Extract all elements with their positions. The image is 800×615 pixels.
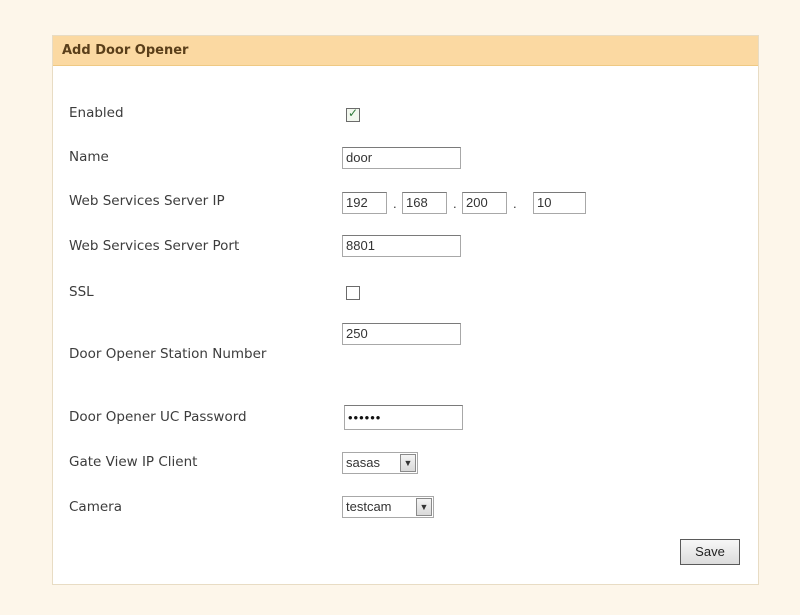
- ip-separator: .: [453, 196, 457, 211]
- enabled-label: Enabled: [69, 105, 124, 121]
- name-input[interactable]: door: [342, 147, 461, 169]
- ip-separator: .: [393, 196, 397, 211]
- ip-octet-2-input[interactable]: 168: [402, 192, 447, 214]
- station-number-label: Door Opener Station Number: [69, 346, 267, 362]
- gate-view-select[interactable]: sasas ▼: [342, 452, 418, 474]
- chevron-down-icon[interactable]: ▼: [400, 454, 416, 472]
- ssl-checkbox[interactable]: [346, 286, 360, 300]
- station-number-input[interactable]: 250: [342, 323, 461, 345]
- panel-title: Add Door Opener: [53, 36, 758, 66]
- ws-port-input[interactable]: 8801: [342, 235, 461, 257]
- ssl-label: SSL: [69, 284, 94, 300]
- camera-selected: testcam: [346, 499, 392, 514]
- uc-password-input[interactable]: ••••••: [344, 405, 463, 430]
- ws-ip-label: Web Services Server IP: [69, 193, 225, 209]
- name-label: Name: [69, 149, 109, 165]
- ip-octet-3-input[interactable]: 200: [462, 192, 507, 214]
- ip-octet-1-input[interactable]: 192: [342, 192, 387, 214]
- gate-view-selected: sasas: [346, 455, 380, 470]
- enabled-checkbox[interactable]: ✓: [346, 106, 360, 122]
- save-button[interactable]: Save: [680, 539, 740, 565]
- camera-label: Camera: [69, 499, 122, 515]
- uc-password-label: Door Opener UC Password: [69, 409, 247, 425]
- ip-separator: .: [513, 196, 517, 211]
- camera-select[interactable]: testcam ▼: [342, 496, 434, 518]
- chevron-down-icon[interactable]: ▼: [416, 498, 432, 516]
- ip-octet-4-input[interactable]: 10: [533, 192, 586, 214]
- add-door-opener-panel: Add Door Opener Enabled ✓ Name door Web …: [52, 35, 759, 585]
- checkmark-icon: ✓: [348, 106, 359, 120]
- ws-port-label: Web Services Server Port: [69, 238, 240, 254]
- gate-view-label: Gate View IP Client: [69, 454, 198, 470]
